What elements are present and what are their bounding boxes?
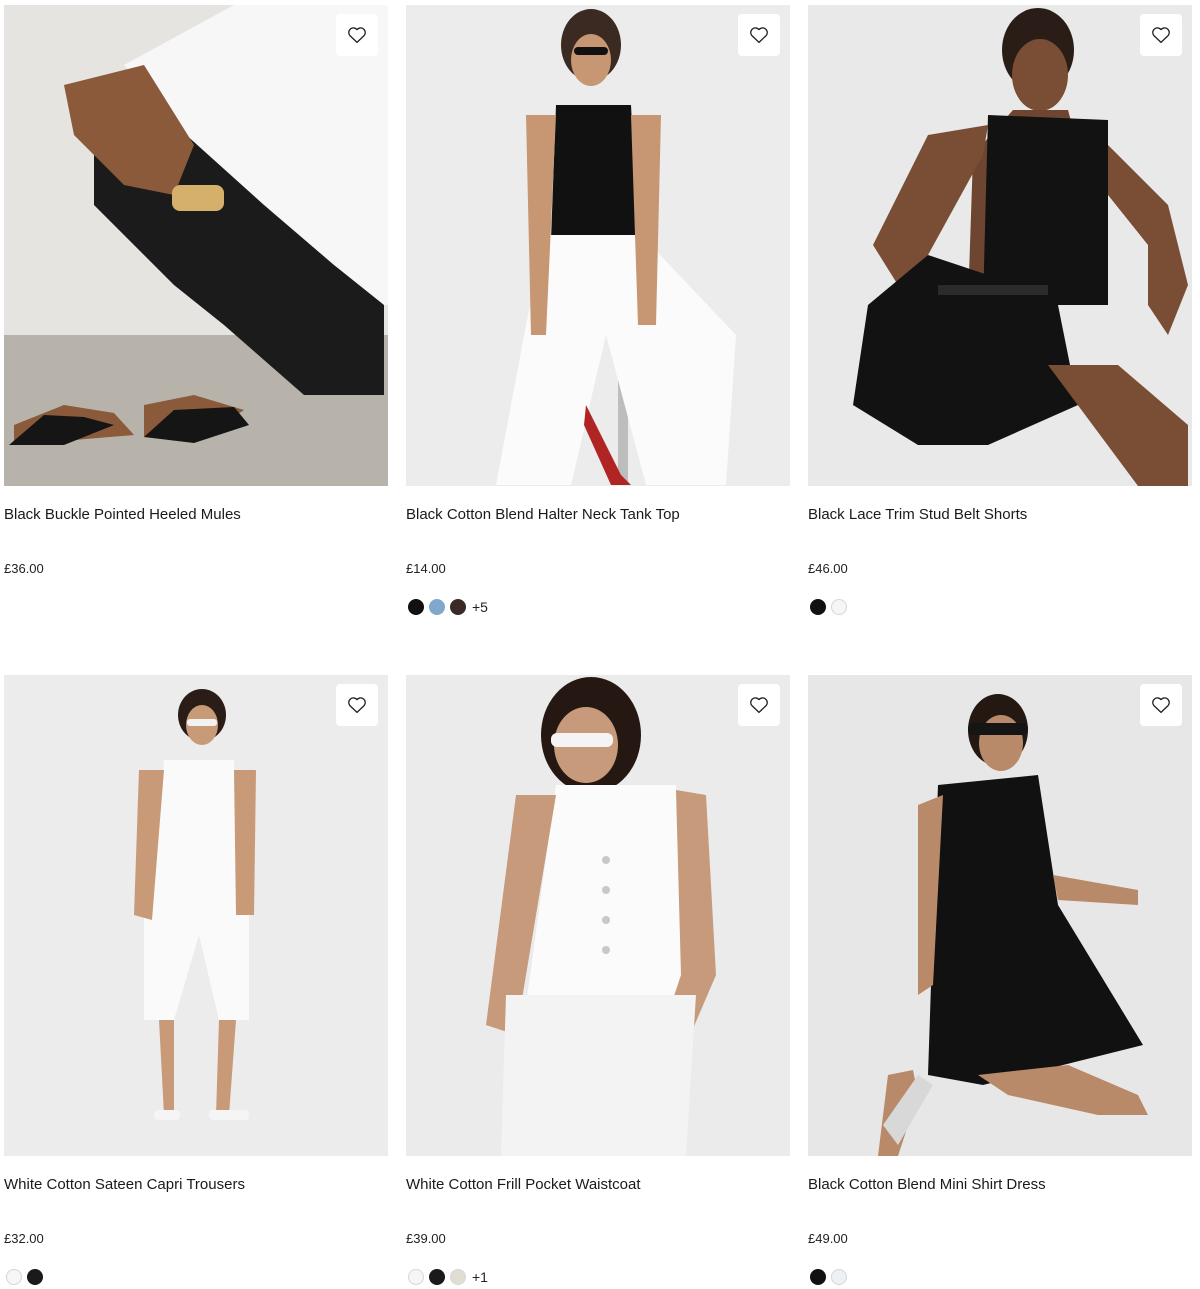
product-photo (406, 5, 790, 486)
product-card[interactable]: Black Lace Trim Stud Belt Shorts £46.00 (808, 5, 1192, 615)
product-name[interactable]: Black Cotton Blend Mini Shirt Dress (808, 1175, 1046, 1195)
wishlist-button[interactable] (336, 14, 378, 56)
more-colors-count[interactable]: +5 (472, 599, 488, 615)
color-swatch[interactable] (408, 599, 424, 615)
color-swatch[interactable] (831, 1269, 847, 1285)
product-name[interactable]: White Cotton Sateen Capri Trousers (4, 1175, 245, 1195)
color-swatch[interactable] (408, 1269, 424, 1285)
heart-icon (1152, 697, 1170, 714)
more-colors-count[interactable]: +1 (472, 1269, 488, 1285)
heart-icon (348, 697, 366, 714)
product-name[interactable]: Black Lace Trim Stud Belt Shorts (808, 505, 1027, 525)
color-swatch[interactable] (6, 1269, 22, 1285)
color-swatch[interactable] (450, 599, 466, 615)
color-swatch[interactable] (450, 1269, 466, 1285)
color-swatches (810, 1269, 847, 1285)
color-swatch[interactable] (429, 599, 445, 615)
product-image[interactable] (808, 5, 1192, 486)
product-image[interactable] (4, 675, 388, 1156)
product-grid: Black Buckle Pointed Heeled Mules £36.00 (0, 0, 1200, 1289)
color-swatches: +1 (408, 1269, 488, 1285)
product-card[interactable]: Black Buckle Pointed Heeled Mules £36.00 (4, 5, 388, 576)
product-card[interactable]: Black Cotton Blend Halter Neck Tank Top … (406, 5, 790, 615)
product-photo (808, 5, 1192, 486)
product-card[interactable]: Black Cotton Blend Mini Shirt Dress £49.… (808, 675, 1192, 1285)
color-swatch[interactable] (27, 1269, 43, 1285)
wishlist-button[interactable] (738, 14, 780, 56)
product-price: £32.00 (4, 1231, 44, 1246)
wishlist-button[interactable] (336, 684, 378, 726)
product-photo (406, 675, 790, 1156)
color-swatch[interactable] (810, 599, 826, 615)
heart-icon (1152, 27, 1170, 44)
color-swatches: +5 (408, 599, 488, 615)
product-photo (4, 5, 388, 486)
color-swatches (6, 1269, 43, 1285)
product-name[interactable]: Black Buckle Pointed Heeled Mules (4, 505, 241, 525)
product-image[interactable] (406, 675, 790, 1156)
color-swatch[interactable] (429, 1269, 445, 1285)
product-price: £36.00 (4, 561, 44, 576)
product-price: £39.00 (406, 1231, 446, 1246)
product-price: £49.00 (808, 1231, 848, 1246)
product-name[interactable]: White Cotton Frill Pocket Waistcoat (406, 1175, 641, 1195)
wishlist-button[interactable] (1140, 14, 1182, 56)
product-image[interactable] (406, 5, 790, 486)
heart-icon (750, 27, 768, 44)
product-card[interactable]: White Cotton Sateen Capri Trousers £32.0… (4, 675, 388, 1285)
color-swatch[interactable] (810, 1269, 826, 1285)
product-name[interactable]: Black Cotton Blend Halter Neck Tank Top (406, 505, 680, 525)
wishlist-button[interactable] (738, 684, 780, 726)
wishlist-button[interactable] (1140, 684, 1182, 726)
color-swatches (810, 599, 847, 615)
color-swatch[interactable] (831, 599, 847, 615)
product-card[interactable]: White Cotton Frill Pocket Waistcoat £39.… (406, 675, 790, 1285)
product-price: £46.00 (808, 561, 848, 576)
product-price: £14.00 (406, 561, 446, 576)
product-image[interactable] (4, 5, 388, 486)
heart-icon (750, 697, 768, 714)
product-image[interactable] (808, 675, 1192, 1156)
product-photo (808, 675, 1192, 1156)
product-photo (4, 675, 388, 1156)
heart-icon (348, 27, 366, 44)
